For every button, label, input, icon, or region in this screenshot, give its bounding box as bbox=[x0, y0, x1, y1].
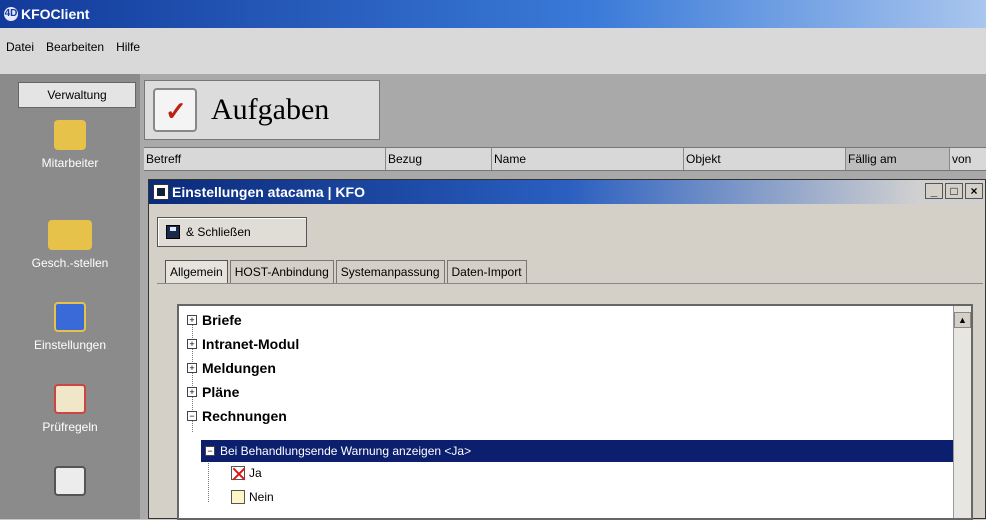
sidebar-item-mitarbeiter[interactable]: Mitarbeiter bbox=[0, 120, 140, 170]
minimize-button[interactable]: _ bbox=[925, 183, 943, 199]
menu-hilfe[interactable]: Hilfe bbox=[116, 40, 140, 54]
tree-node-label: Meldungen bbox=[202, 360, 276, 376]
tree-node-label: Rechnungen bbox=[202, 408, 287, 424]
tree-node-briefe[interactable]: + Briefe bbox=[187, 312, 242, 328]
tab-daten-import[interactable]: Daten-Import bbox=[446, 260, 527, 283]
option-nein[interactable]: Nein bbox=[231, 490, 274, 504]
tree-node-meldungen[interactable]: + Meldungen bbox=[187, 360, 276, 376]
sidebar-item-keyboard[interactable] bbox=[0, 466, 140, 502]
close-button[interactable]: × bbox=[965, 183, 983, 199]
save-close-label: & Schließen bbox=[186, 225, 251, 239]
sidebar-item-label: Einstellungen bbox=[33, 338, 107, 352]
keyboard-icon bbox=[54, 466, 86, 496]
maximize-button[interactable]: □ bbox=[945, 183, 963, 199]
tree-scrollbar[interactable]: ▲ bbox=[953, 306, 971, 518]
tree-node-label: Intranet-Modul bbox=[202, 336, 300, 352]
dialog-titlebar: Einstellungen atacama | KFO _ □ × bbox=[149, 180, 985, 204]
tree-node-label: Briefe bbox=[202, 312, 242, 328]
unchecked-checkbox-icon[interactable] bbox=[231, 490, 245, 504]
dialog-title: Einstellungen atacama | KFO bbox=[172, 184, 365, 200]
page-header: Aufgaben bbox=[144, 80, 380, 140]
tab-systemanpassung[interactable]: Systemanpassung bbox=[335, 260, 445, 283]
save-close-button[interactable]: & Schließen bbox=[157, 217, 307, 247]
tree-node-label: Pläne bbox=[202, 384, 240, 400]
expand-icon[interactable]: + bbox=[187, 363, 197, 373]
selected-setting-label: Bei Behandlungsende Warnung anzeigen <Ja… bbox=[220, 444, 472, 458]
tab-allgemein[interactable]: Allgemein bbox=[165, 260, 228, 283]
clipboard-icon bbox=[153, 88, 197, 132]
page-title: Aufgaben bbox=[211, 93, 330, 126]
floppy-disk-icon bbox=[166, 225, 180, 239]
main-area: Aufgaben Betreff Bezug Name Objekt Fälli… bbox=[140, 74, 986, 520]
column-von[interactable]: von bbox=[950, 148, 986, 170]
app-logo-icon: 4D bbox=[4, 7, 18, 21]
menu-bearbeiten[interactable]: Bearbeiten bbox=[46, 40, 104, 54]
tab-host-anbindung[interactable]: HOST-Anbindung bbox=[229, 260, 334, 283]
settings-dialog: Einstellungen atacama | KFO _ □ × & Schl… bbox=[148, 179, 986, 520]
sidebar-item-label: Mitarbeiter bbox=[41, 156, 99, 170]
employee-icon bbox=[54, 120, 86, 150]
sidebar-item-label: Gesch.-stellen bbox=[31, 256, 109, 270]
column-bezug[interactable]: Bezug bbox=[386, 148, 492, 170]
expand-icon[interactable]: + bbox=[187, 387, 197, 397]
tab-divider bbox=[157, 283, 983, 284]
settings-tree[interactable]: + Briefe + Intranet-Modul + Meldungen + … bbox=[177, 304, 973, 520]
menu-bar: Datei Bearbeiten Hilfe bbox=[0, 28, 986, 74]
table-header: Betreff Bezug Name Objekt Fällig am von bbox=[144, 147, 986, 171]
tree-node-rechnungen[interactable]: − Rechnungen bbox=[187, 408, 287, 424]
checked-checkbox-icon[interactable] bbox=[231, 466, 245, 480]
tree-node-selected-setting[interactable]: − Bei Behandlungsende Warnung anzeigen <… bbox=[201, 440, 955, 462]
sidebar: Verwaltung Mitarbeiter Gesch.-stellen Ei… bbox=[0, 74, 140, 519]
rules-icon bbox=[54, 384, 86, 414]
app-title: KFOClient bbox=[21, 6, 90, 22]
column-faellig-am[interactable]: Fällig am bbox=[846, 148, 950, 170]
column-betreff[interactable]: Betreff bbox=[144, 148, 386, 170]
expand-icon[interactable]: + bbox=[187, 315, 197, 325]
sidebar-item-pruefregeln[interactable]: Prüfregeln bbox=[0, 384, 140, 434]
tree-node-plaene[interactable]: + Pläne bbox=[187, 384, 239, 400]
tab-bar: Allgemein HOST-Anbindung Systemanpassung… bbox=[165, 260, 529, 283]
column-name[interactable]: Name bbox=[492, 148, 684, 170]
sidebar-item-label: Prüfregeln bbox=[42, 420, 98, 434]
sidebar-header-button[interactable]: Verwaltung bbox=[18, 82, 136, 108]
app-titlebar: 4D KFOClient bbox=[0, 0, 986, 28]
dialog-icon bbox=[153, 184, 169, 200]
column-objekt[interactable]: Objekt bbox=[684, 148, 846, 170]
sidebar-item-einstellungen[interactable]: Einstellungen bbox=[0, 302, 140, 352]
window-controls: _ □ × bbox=[923, 183, 983, 199]
collapse-icon[interactable]: − bbox=[187, 411, 197, 421]
option-label: Nein bbox=[249, 490, 274, 504]
scroll-up-icon[interactable]: ▲ bbox=[954, 312, 971, 328]
branches-icon bbox=[48, 220, 92, 250]
option-ja[interactable]: Ja bbox=[231, 466, 262, 480]
collapse-icon[interactable]: − bbox=[205, 446, 215, 456]
tree-node-intranet-modul[interactable]: + Intranet-Modul bbox=[187, 336, 299, 352]
kfo-settings-icon bbox=[54, 302, 86, 332]
option-label: Ja bbox=[249, 466, 262, 480]
expand-icon[interactable]: + bbox=[187, 339, 197, 349]
sidebar-item-geschaeftsstellen[interactable]: Gesch.-stellen bbox=[0, 220, 140, 270]
menu-datei[interactable]: Datei bbox=[6, 40, 34, 54]
